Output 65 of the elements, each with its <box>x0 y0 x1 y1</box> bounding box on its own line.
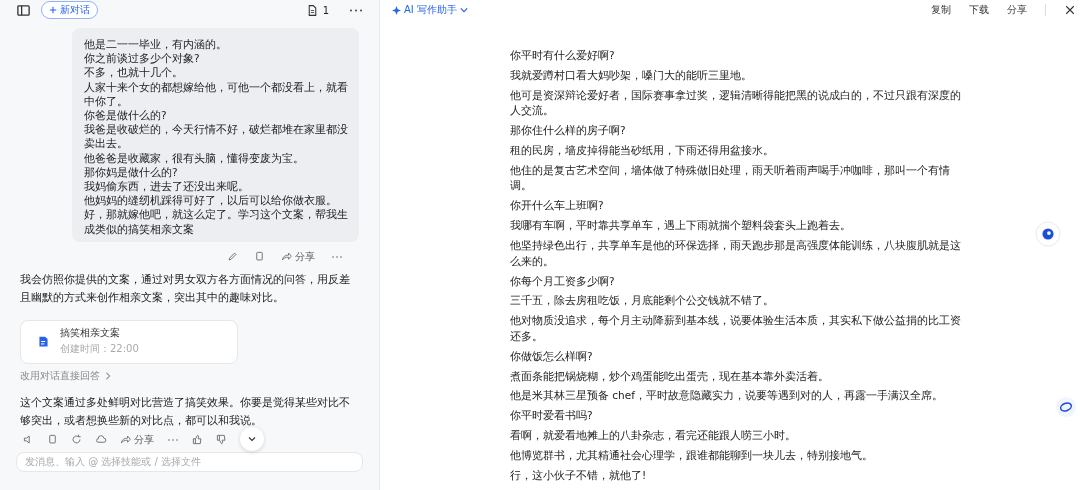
document-paragraph: 三千五，除去房租吃饭，月底能剩个公交钱就不错了。 <box>510 293 775 309</box>
message-input[interactable]: 发消息、输入 @ 选择技能或 / 选择文件 <box>16 451 363 472</box>
reply-text: 这个文案通过多处鲜明对比营造了搞笑效果。你要是觉得某些对比不够突出，或者想换些新的对比点，都可以和我说。 <box>20 394 351 428</box>
message-line: 他妈妈的缝纫机踩得可好了，以后可以给你做衣服。 <box>84 193 338 208</box>
copy-icon[interactable] <box>47 434 58 446</box>
chevron-right-icon <box>104 371 112 380</box>
document-paragraph: 看啊，就爱看地摊上的八卦杂志，看完还能跟人唠三小时。 <box>510 428 797 444</box>
edit-icon[interactable] <box>227 251 238 263</box>
close-icon[interactable] <box>1064 4 1076 16</box>
thumbs-down-icon[interactable] <box>216 434 227 446</box>
document-paragraph: 他可是资深辩论爱好者，国际赛事拿过奖，逻辑清晰得能把黑的说成白的，不过只跟有深度的人交流。 <box>510 87 962 119</box>
message-line: 好，那就嫁他吧，就这么定了。学习这个文案，帮我生成类似的搞笑相亲文案 <box>84 207 349 236</box>
message-line: 不多，也就十几个。 <box>84 65 184 80</box>
sidebar-toggle-icon[interactable] <box>16 2 31 18</box>
document-paragraph: 租的民房，墙皮掉得能当砂纸用，下雨还得用盆接水。 <box>510 143 775 159</box>
message-line: 人家十来个女的都想嫁给他，可他一个都没看上，就看中你了。 <box>84 79 349 108</box>
ring-float-icon[interactable] <box>1055 396 1077 418</box>
message-line: 那你妈是做什么的? <box>84 164 179 180</box>
more-icon[interactable] <box>349 7 363 13</box>
document-paragraph: 那你住什么样的房子啊? <box>510 123 627 139</box>
document-icon <box>37 335 50 349</box>
scroll-down-button[interactable] <box>240 427 264 451</box>
share-button[interactable]: 分享 <box>281 249 315 264</box>
share-icon <box>120 434 131 446</box>
caret-icon <box>459 6 468 14</box>
toolbar-button[interactable]: 复制 <box>931 3 951 17</box>
document-paragraph: 你每个月工资多少啊? <box>510 273 616 289</box>
refresh-icon[interactable] <box>71 434 82 446</box>
document-paragraph: 他对物质没追求，每个月主动降薪到基本线，说要体验生活本质，其实私下做公益捐的比工资还多。 <box>510 313 962 344</box>
sparkle-icon <box>392 5 401 15</box>
share-icon <box>281 251 292 263</box>
cloud-icon[interactable] <box>95 434 107 446</box>
document-paragraph: 我哪有车啊，平时靠共享单车，遇上下雨就揣个塑料袋套头上跑着去。 <box>510 218 852 234</box>
document-title: 搞笑相亲文案 <box>60 327 121 341</box>
message-line: 他爸爸是收藏家，很有头脑，懂得变废为宝。 <box>84 150 305 165</box>
message-line: 我妈偷东西，进去了还没出来呢。 <box>84 179 250 194</box>
toolbar-button[interactable]: 下载 <box>969 3 989 17</box>
document-paragraph: 他坚持绿色出行，共享单车是他的环保选择，雨天跑步那是高强度体能训练，八块腹肌就是这么来的。 <box>510 238 962 269</box>
document-paragraph: 他是米其林三星预备 chef，平时故意隐藏实力，说要等遇到对的人，再露一手满汉全席。 <box>510 388 944 404</box>
document-count: 1 <box>322 4 329 16</box>
switch-answer-link[interactable]: 改用对话直接回答 <box>20 368 359 383</box>
document-paragraph: 你平时有什么爱好啊? <box>510 48 616 63</box>
message-line: 你爸是做什么的? <box>84 108 168 123</box>
document-paragraph: 他博览群书，尤其精通社会心理学，跟谁都能聊到一块儿去，特别接地气。 <box>510 448 874 464</box>
message-line: 你之前谈过多少个对象? <box>84 51 201 66</box>
new-chat-button[interactable]: 新对话 <box>41 1 98 19</box>
toolbar-button[interactable]: 分享 <box>1007 3 1027 17</box>
document-paragraph: 你开什么车上班啊? <box>510 198 605 214</box>
document-paragraph: 我就爱蹲村口看大妈吵架，嗓门大的能听三里地。 <box>510 67 753 83</box>
document-card[interactable]: 搞笑相亲文案 创建时间：22:00 <box>20 319 238 364</box>
plus-icon <box>49 6 57 14</box>
document-paragraph: 你平时爱看书吗? <box>510 408 594 424</box>
message-line: 我爸是收破烂的，今天行情不好，破烂都堆在家里都没卖出去。 <box>84 122 349 151</box>
copy-icon[interactable] <box>254 251 265 263</box>
assistant-float-icon[interactable] <box>1035 221 1061 247</box>
message-line: 他是二一一毕业，有内涵的。 <box>84 37 228 52</box>
thumbs-up-icon[interactable] <box>192 434 203 446</box>
reply-text: 我会仿照你提供的文案，通过对男女双方各方面情况的问答，用反差且幽默的方式来创作相亲文案，突出其中的趣味对比。 <box>20 271 351 305</box>
share-button[interactable]: 分享 <box>120 432 154 447</box>
document-paragraph: 他住的是复古艺术空间，墙体做了特殊做旧处理，雨天听着雨声喝手冲咖啡，那叫一个有情调。 <box>510 162 951 194</box>
document-paragraph: 煮面条能把锅烧糊，炒个鸡蛋能吃出蛋壳，现在基本靠外卖活着。 <box>510 368 830 384</box>
document-paragraph: 你做饭怎么样啊? <box>510 348 594 364</box>
document-created-time: 创建时间：22:00 <box>60 342 139 357</box>
ai-assistant-dropdown[interactable]: AI 写作助手 <box>392 3 468 17</box>
document-paragraph: 行，这小伙子不错，就他了! <box>510 468 648 484</box>
